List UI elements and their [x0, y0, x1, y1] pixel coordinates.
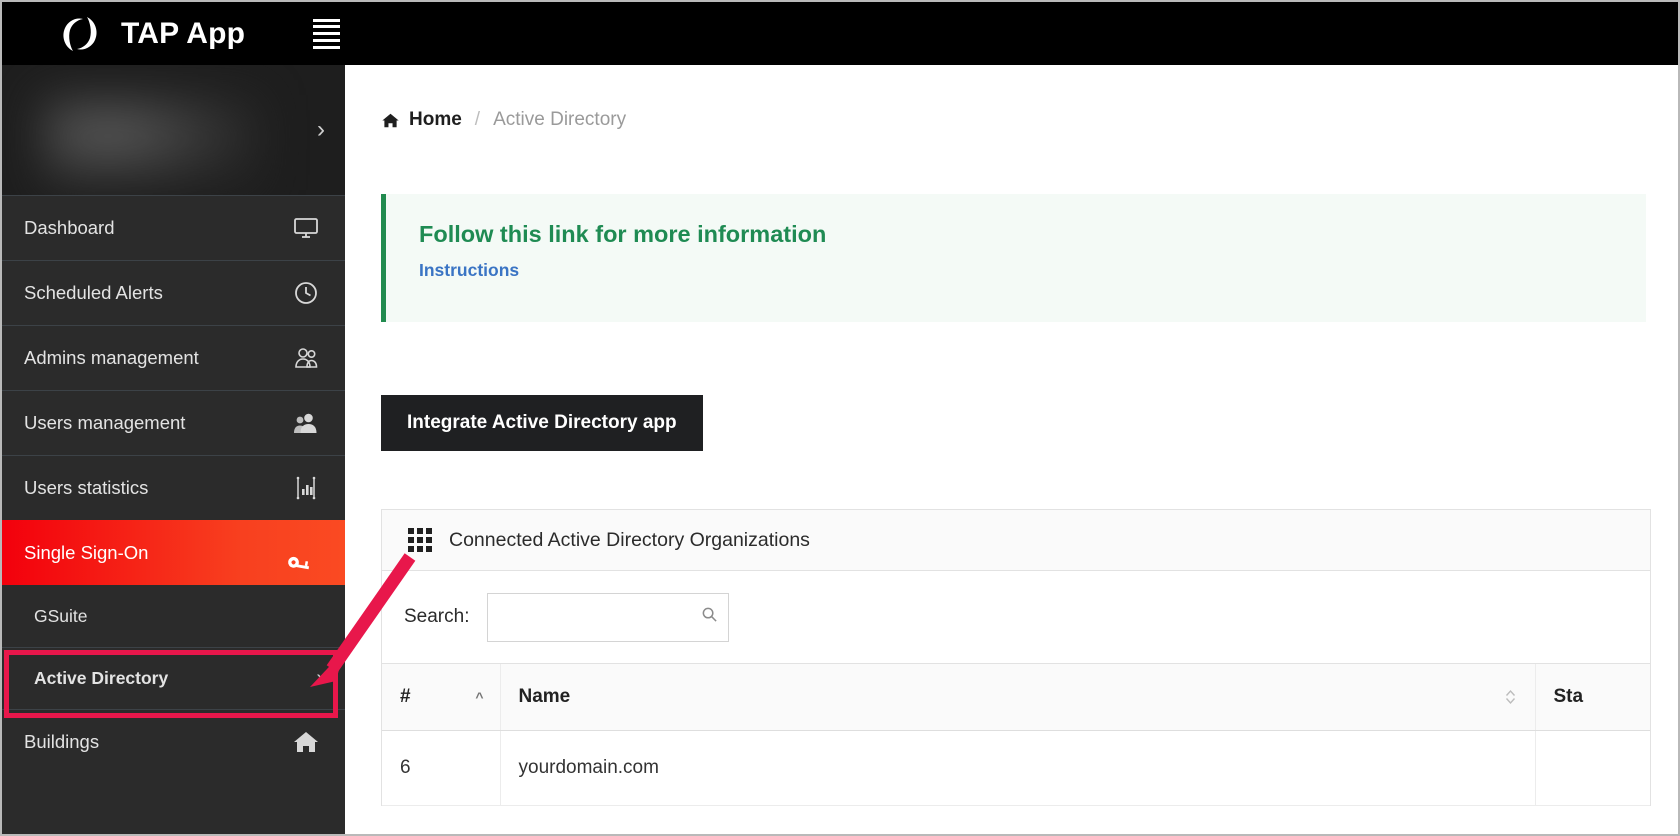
sidebar-item-label: Admins management: [24, 347, 199, 368]
breadcrumb: Home / Active Directory: [345, 65, 1678, 131]
column-label: Sta: [1553, 685, 1584, 707]
breadcrumb-home-link[interactable]: Home: [409, 109, 462, 131]
cell-num: 6: [382, 730, 501, 806]
sidebar-item-single-sign-on[interactable]: Single Sign-On: [2, 520, 345, 585]
brand-title: TAP App: [121, 16, 246, 50]
table-header-row: # ^ Name Sta: [382, 664, 1650, 731]
search-field-wrapper: [487, 592, 730, 642]
home-icon: [381, 111, 400, 130]
sort-both-icon: [1504, 688, 1517, 706]
connected-organizations-panel: Connected Active Directory Organizations…: [381, 509, 1651, 806]
sidebar-item-dashboard[interactable]: Dashboard: [2, 195, 345, 260]
clock-icon: [289, 276, 323, 310]
sidebar-subitem-label: Active Directory: [34, 668, 169, 688]
sidebar-item-users-statistics[interactable]: Users statistics: [2, 455, 345, 520]
home-icon: [289, 725, 323, 759]
column-label: #: [400, 685, 411, 707]
column-label: Name: [518, 685, 571, 707]
cell-name: yourdomain.com: [500, 730, 1536, 806]
column-header-name[interactable]: Name: [500, 664, 1536, 731]
sidebar-item-label: Single Sign-On: [24, 541, 149, 563]
app-screen: TAP App › Dashboard Scheduled Alerts Adm…: [0, 0, 1680, 836]
brand[interactable]: TAP App: [57, 11, 245, 57]
bar-chart-icon: [289, 471, 323, 505]
sidebar: › Dashboard Scheduled Alerts Admins mana…: [2, 65, 345, 834]
profile-avatar: [42, 95, 262, 190]
breadcrumb-current: Active Directory: [493, 109, 627, 130]
key-icon: [288, 536, 323, 570]
admin-users-icon: [289, 341, 323, 375]
sidebar-item-label: Users management: [24, 412, 186, 433]
alert-title: Follow this link for more information: [419, 221, 827, 247]
column-header-num[interactable]: # ^: [382, 664, 501, 731]
search-input[interactable]: [487, 592, 730, 642]
panel-header: Connected Active Directory Organizations: [382, 510, 1650, 571]
table-body: 6 yourdomain.com: [382, 730, 1650, 806]
profile-panel[interactable]: ›: [2, 65, 345, 195]
sidebar-item-admins-management[interactable]: Admins management: [2, 325, 345, 390]
cell-status: [1535, 730, 1650, 806]
info-alert: Follow this link for more information In…: [381, 194, 1646, 322]
sidebar-item-scheduled-alerts[interactable]: Scheduled Alerts: [2, 260, 345, 325]
column-header-status[interactable]: Sta: [1535, 664, 1650, 731]
chevron-right-icon: ›: [316, 667, 323, 689]
search-label: Search:: [404, 606, 470, 627]
instructions-link[interactable]: Instructions: [419, 260, 519, 281]
breadcrumb-separator: /: [474, 109, 481, 130]
sidebar-item-label: Buildings: [24, 731, 100, 752]
chevron-right-icon[interactable]: ›: [317, 116, 325, 144]
swirl-logo-icon: [57, 11, 103, 57]
search-row: Search:: [382, 571, 1650, 664]
sidebar-item-active-directory[interactable]: Active Directory ›: [2, 647, 345, 709]
users-icon: [289, 406, 323, 440]
monitor-icon: [289, 211, 323, 245]
panel-title: Connected Active Directory Organizations: [449, 528, 810, 551]
integrate-active-directory-button[interactable]: Integrate Active Directory app: [381, 395, 703, 451]
sidebar-item-gsuite[interactable]: GSuite: [2, 585, 345, 647]
sidebar-item-users-management[interactable]: Users management: [2, 390, 345, 455]
sidebar-item-label: Dashboard: [24, 217, 115, 238]
sidebar-item-label: Scheduled Alerts: [24, 282, 163, 303]
organizations-table: # ^ Name Sta 6 yourdomain.com: [382, 664, 1650, 806]
sort-ascending-icon: ^: [475, 688, 484, 705]
main-content: Home / Active Directory Follow this link…: [345, 65, 1678, 834]
top-bar: TAP App: [2, 2, 1678, 65]
sidebar-item-label: Users statistics: [24, 477, 149, 498]
sidebar-item-buildings[interactable]: Buildings: [2, 709, 345, 774]
sidebar-subitem-label: GSuite: [34, 605, 88, 626]
hamburger-menu-icon[interactable]: [313, 18, 341, 49]
table-row[interactable]: 6 yourdomain.com: [382, 730, 1650, 806]
table-head: # ^ Name Sta: [382, 664, 1650, 731]
grid-icon: [408, 528, 432, 552]
